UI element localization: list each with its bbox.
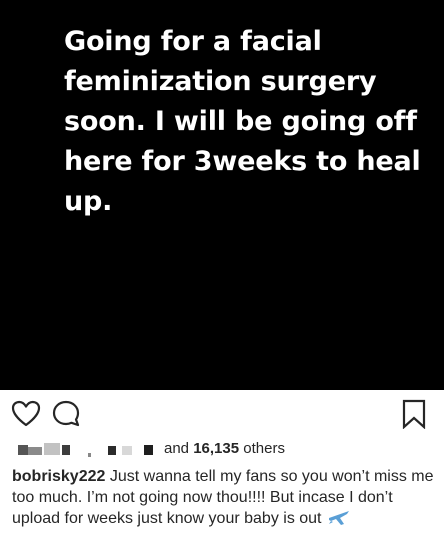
save-button[interactable]: [396, 396, 432, 432]
like-button[interactable]: [8, 396, 44, 432]
bookmark-outline-icon: [402, 399, 426, 429]
post-caption: bobrisky222 Just wanna tell my fans so y…: [12, 466, 436, 529]
likes-suffix: others: [243, 440, 285, 457]
likes-summary[interactable]: and 16,135 others: [164, 440, 285, 457]
comment-button[interactable]: [48, 396, 84, 432]
comment-bubble-icon: [52, 400, 80, 427]
airplane-icon: [328, 511, 349, 525]
caption-username[interactable]: bobrisky222: [12, 468, 105, 485]
post-image[interactable]: Going for a facial feminization surgery …: [0, 0, 444, 390]
likes-row: and 16,135 others: [0, 438, 444, 462]
action-bar: [0, 396, 444, 436]
heart-outline-icon: [11, 400, 41, 427]
likes-count: 16,135: [193, 440, 240, 457]
post-overlay-text: Going for a facial feminization surgery …: [64, 26, 421, 217]
likes-prefix: and: [164, 440, 190, 457]
